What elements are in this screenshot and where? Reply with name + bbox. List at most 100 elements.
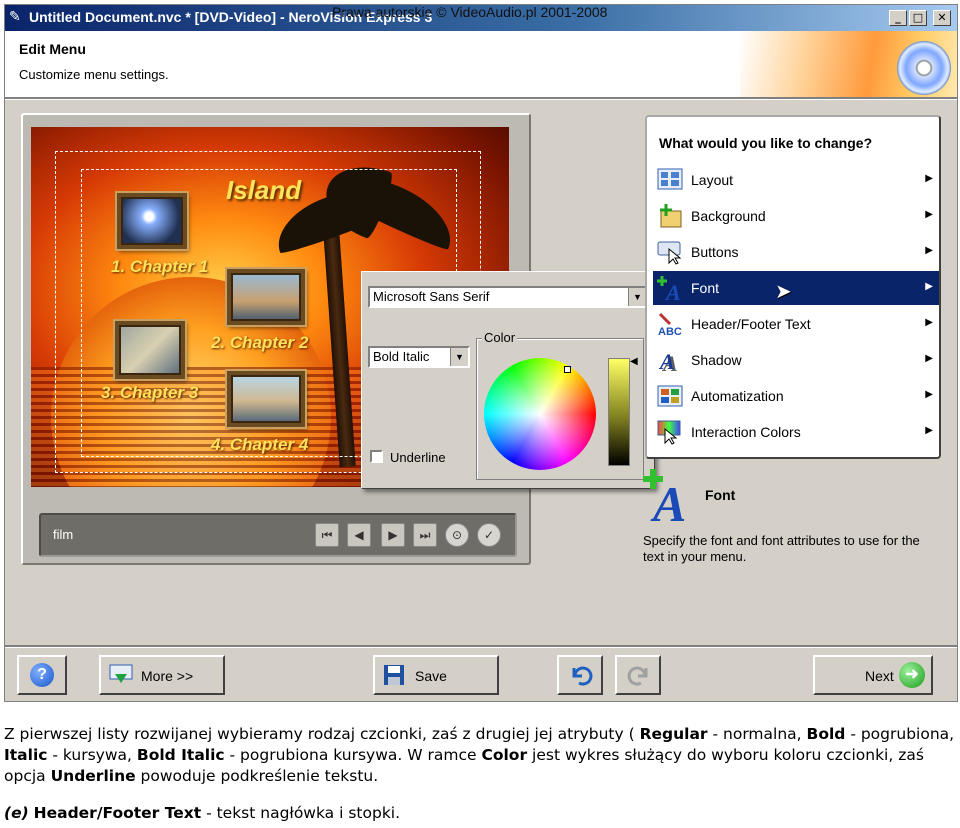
confirm-icon[interactable]: ✓ <box>477 523 501 547</box>
option-label: Header/Footer Text <box>691 316 811 332</box>
minimize-button[interactable]: _ <box>889 10 907 26</box>
option-interaction-colors[interactable]: Interaction Colors ▶ <box>653 415 939 449</box>
redo-button[interactable] <box>615 655 661 695</box>
slider-arrow-icon[interactable]: ◀ <box>630 356 638 367</box>
color-group-label: Color <box>482 330 518 345</box>
luminance-slider[interactable] <box>608 358 630 466</box>
layout-icon <box>657 168 683 190</box>
chapter-3-thumbnail[interactable] <box>115 321 185 379</box>
disc-icon <box>897 41 951 95</box>
help-icon: ? <box>30 663 54 687</box>
chevron-right-icon: ▶ <box>925 209 933 220</box>
help-button[interactable]: ? <box>17 655 67 695</box>
option-label: Interaction Colors <box>691 424 801 440</box>
save-button-label: Save <box>415 668 447 684</box>
chapter-4-label[interactable]: 4. Chapter 4 <box>211 435 308 455</box>
underline-checkbox[interactable] <box>370 450 383 463</box>
app-window: ✎ Untitled Document.nvc * [DVD-Video] - … <box>4 4 958 702</box>
option-font[interactable]: A Font ▶ <box>653 271 939 305</box>
chevron-right-icon: ▶ <box>925 317 933 328</box>
font-settings-popup: Microsoft Sans Serif ▼ Bold Italic ▼ Col… <box>361 271 655 489</box>
next-page-icon[interactable]: ▶ <box>381 523 405 547</box>
chevron-down-icon[interactable]: ▼ <box>628 288 646 306</box>
first-page-icon[interactable]: ⏮ <box>315 523 339 547</box>
next-button-label: Next <box>865 668 894 684</box>
page-subtitle: Customize menu settings. <box>19 67 169 82</box>
header-divider <box>5 97 957 100</box>
app-icon: ✎ <box>9 9 21 25</box>
font-family-select[interactable]: Microsoft Sans Serif ▼ <box>368 286 648 308</box>
mouse-cursor-icon: ➤ <box>775 279 792 303</box>
section-label: (e) <box>4 804 29 822</box>
color-wheel[interactable] <box>484 358 596 470</box>
background-icon <box>660 204 682 228</box>
last-page-icon[interactable]: ⏭ <box>413 523 437 547</box>
option-automatization[interactable]: Automatization ▶ <box>653 379 939 413</box>
maximize-button[interactable]: □ <box>909 10 927 26</box>
chapter-2-thumbnail[interactable] <box>227 269 305 325</box>
remote-icon[interactable]: ⊙ <box>445 523 469 547</box>
chapter-1-thumbnail[interactable] <box>117 193 187 249</box>
options-question: What would you like to change? <box>659 135 873 151</box>
caption-term-color: Color <box>481 746 528 764</box>
next-button[interactable]: Next ➜ <box>813 655 933 695</box>
automatization-icon <box>657 385 683 407</box>
chevron-right-icon: ▶ <box>925 389 933 400</box>
option-buttons[interactable]: Buttons ▶ <box>653 235 939 269</box>
info-title: Font <box>705 487 736 503</box>
chapter-3-label[interactable]: 3. Chapter 3 <box>101 383 198 403</box>
more-options-icon <box>109 664 133 683</box>
chevron-down-icon[interactable]: ▼ <box>450 348 468 366</box>
option-header-footer[interactable]: ABC Header/Footer Text ▶ <box>653 307 939 341</box>
caption-paragraph: Z pierwszej listy rozwijanej wybieramy r… <box>4 724 956 787</box>
wizard-header: Edit Menu Customize menu settings. <box>5 31 957 97</box>
preview-toolbar: film ⏮ ◀ ▶ ⏭ ⊙ ✓ <box>39 513 517 557</box>
option-shadow[interactable]: AA Shadow ▶ <box>653 343 939 377</box>
option-label: Shadow <box>691 352 742 368</box>
save-icon <box>384 665 404 685</box>
caption-text: - pogrubiona, <box>845 725 955 743</box>
options-list: What would you like to change? Layout ▶ … <box>645 115 941 459</box>
caption-term-underline: Underline <box>50 767 136 785</box>
option-background[interactable]: Background ▶ <box>653 199 939 233</box>
more-button[interactable]: More >> <box>99 655 225 695</box>
preview-footer-label: film <box>53 527 74 542</box>
page-title: Edit Menu <box>19 41 86 57</box>
caption-term-bold-italic: Bold Italic <box>136 746 225 764</box>
copyright-watermark: Prawa autorskie © VideoAudio.pl 2001-200… <box>332 4 608 20</box>
more-button-label: More >> <box>141 668 194 684</box>
header-footer-icon: ABC <box>658 312 682 337</box>
option-layout[interactable]: Layout ▶ <box>653 163 939 197</box>
option-label: Background <box>691 208 766 224</box>
chevron-right-icon: ▶ <box>925 353 933 364</box>
color-wheel-marker[interactable] <box>564 366 571 373</box>
caption-term-bold: Bold <box>806 725 846 743</box>
close-button[interactable]: ✕ <box>933 10 951 26</box>
redo-icon <box>627 666 648 686</box>
font-style-select[interactable]: Bold Italic ▼ <box>368 346 470 368</box>
chapter-1-label[interactable]: 1. Chapter 1 <box>111 257 208 277</box>
caption-text: Z pierwszej listy rozwijanej wybieramy r… <box>4 725 640 743</box>
caption-term-italic: Italic <box>4 746 48 764</box>
previous-page-icon[interactable]: ◀ <box>347 523 371 547</box>
caption-text: - normalna, <box>707 725 807 743</box>
undo-button[interactable] <box>557 655 603 695</box>
font-large-icon: A <box>643 469 686 523</box>
chapter-2-label[interactable]: 2. Chapter 2 <box>211 333 308 353</box>
buttons-icon <box>657 241 682 265</box>
info-description: Specify the font and font attributes to … <box>643 533 920 564</box>
svg-text:A: A <box>664 280 681 301</box>
option-label: Automatization <box>691 388 784 404</box>
chevron-right-icon: ▶ <box>925 425 933 436</box>
caption-text: powoduje podkreślenie tekstu. <box>135 767 379 785</box>
save-button[interactable]: Save <box>373 655 499 695</box>
caption-text: - pogrubiona kursywa. W ramce <box>224 746 482 764</box>
chevron-right-icon: ▶ <box>925 173 933 184</box>
footer-divider <box>5 645 957 648</box>
underline-label: Underline <box>390 450 446 465</box>
caption-term-regular: Regular <box>639 725 708 743</box>
section-description: - tekst nagłówka i stopki. <box>201 804 401 822</box>
chapter-4-thumbnail[interactable] <box>227 371 305 427</box>
menu-title-text[interactable]: Island <box>226 175 301 206</box>
svg-text:ABC: ABC <box>658 326 682 337</box>
